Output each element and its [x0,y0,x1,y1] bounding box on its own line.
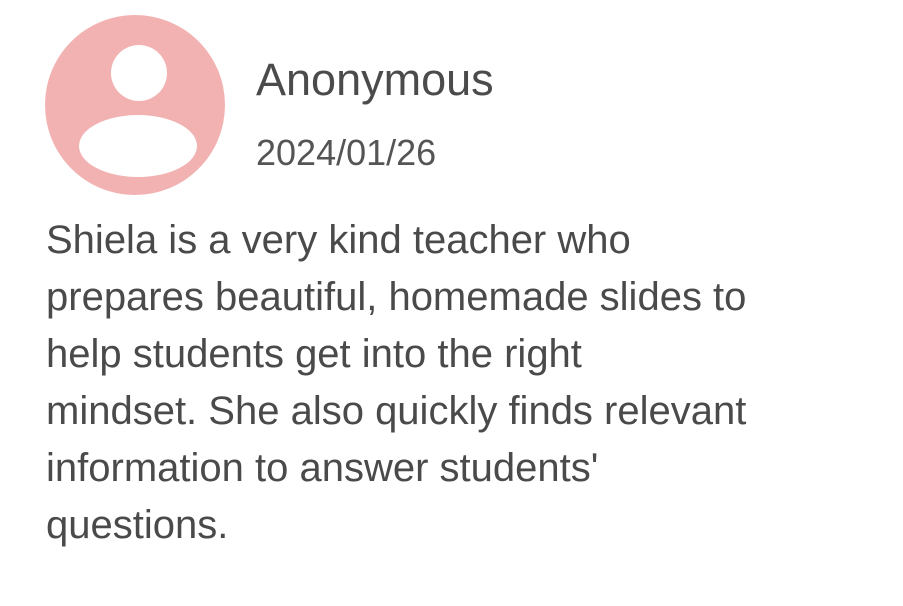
user-avatar-icon [45,15,225,195]
avatar-head-shape [111,45,167,101]
review-card: Anonymous 2024/01/26 Shiela is a very ki… [0,0,903,606]
review-text: Shiela is a very kind teacher who prepar… [46,218,747,547]
review-date: 2024/01/26 [256,132,437,173]
reviewer-name: Anonymous [256,54,494,105]
avatar-body-shape [79,115,197,177]
